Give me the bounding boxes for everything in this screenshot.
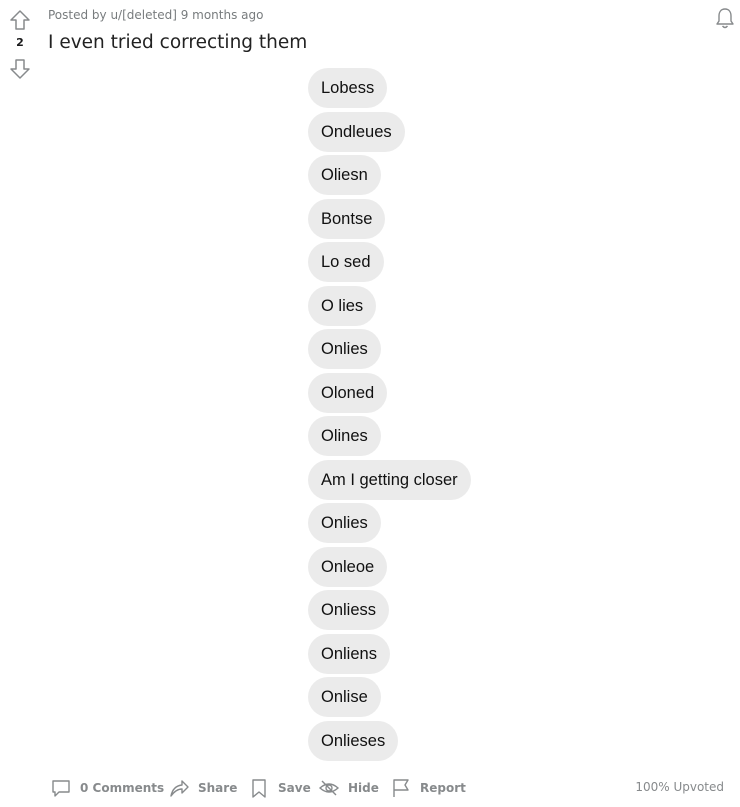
message-bubble: Lobess xyxy=(308,68,388,108)
message-bubble: O lies xyxy=(308,286,377,326)
message-bubble: Ondleues xyxy=(308,112,405,152)
upvote-arrow-icon[interactable] xyxy=(9,9,31,31)
message-bubble: Onliens xyxy=(308,634,390,674)
flag-icon xyxy=(393,779,409,797)
hide-label: Hide xyxy=(348,781,379,795)
share-label: Share xyxy=(198,781,238,795)
share-button[interactable]: Share xyxy=(168,774,237,802)
save-label: Save xyxy=(278,781,311,795)
downvote-arrow-icon[interactable] xyxy=(9,58,31,80)
message-bubble: Onlise xyxy=(308,677,381,717)
report-button[interactable]: Report xyxy=(390,774,466,802)
comments-label: 0 Comments xyxy=(80,781,165,795)
message-bubble: Oloned xyxy=(308,373,388,413)
hide-button[interactable]: Hide xyxy=(318,774,379,802)
message-bubble: Oliesn xyxy=(308,155,381,195)
post-image[interactable]: Lobess Ondleues Oliesn Bontse Lo sed O l… xyxy=(300,68,480,768)
message-bubble: Onlieses xyxy=(308,721,399,761)
upvote-percentage: 100% Upvoted xyxy=(635,780,724,794)
message-bubble: Olines xyxy=(308,416,381,456)
message-bubble: Onlies xyxy=(308,329,381,369)
message-bubble: Am I getting closer xyxy=(308,460,471,500)
bell-icon[interactable] xyxy=(714,6,736,30)
report-label: Report xyxy=(420,781,466,795)
comments-button[interactable]: 0 Comments xyxy=(50,774,164,802)
share-arrow-icon xyxy=(170,780,189,797)
message-bubble: Onliess xyxy=(308,590,390,630)
message-bubble: Lo sed xyxy=(308,242,384,282)
comment-bubble-icon xyxy=(52,780,70,797)
message-bubble: Bontse xyxy=(308,199,386,239)
post-meta: Posted by u/[deleted] 9 months ago xyxy=(48,8,264,22)
eye-slash-icon xyxy=(318,780,340,796)
save-button[interactable]: Save xyxy=(248,774,311,802)
post-action-bar: 0 Comments Share Save Hide Report 100% U… xyxy=(48,774,738,802)
bookmark-icon xyxy=(252,779,266,798)
message-bubble: Onlies xyxy=(308,503,381,543)
post-score: 2 xyxy=(16,36,24,49)
post-title: I even tried correcting them xyxy=(48,32,308,53)
message-bubble: Onleoe xyxy=(308,547,388,587)
